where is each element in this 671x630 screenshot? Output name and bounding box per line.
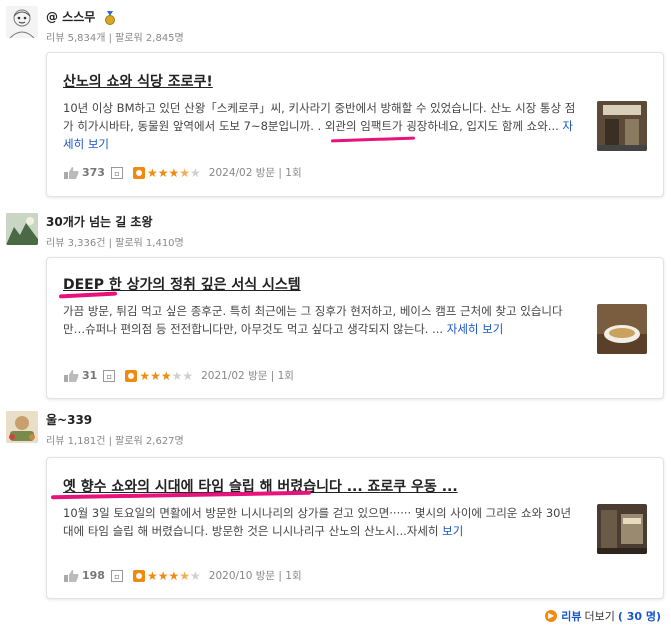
user-avatar[interactable] <box>6 213 38 245</box>
review-card: DEEP 한 상가의 정취 깊은 서식 시스템 가끔 방문, 튀김 먹고 싶은 … <box>46 257 664 399</box>
read-more-link[interactable]: 자세히 보기 <box>447 322 504 336</box>
rating-icon <box>132 569 145 582</box>
review-card: 옛 향수 쇼와의 시대에 타임 슬립 해 버렸습니다 ... 죠로쿠 우동 ..… <box>46 457 664 599</box>
rating-stars: ★★★★★ <box>146 165 201 180</box>
review-meta: 31 ▫ ★★★ ★★ 2021/02 방문 | 1회 <box>63 368 294 383</box>
review-body: 10월 3일 토요일의 면활에서 방문한 니시나리의 상가를 걷고 있으면···… <box>63 506 572 538</box>
user-avatar[interactable] <box>6 411 38 443</box>
review-body: 가끔 방문, 튀김 먹고 싶은 종후군. 특히 최근에는 그 징후가 현저하고,… <box>63 304 563 336</box>
like-count: 198 <box>82 569 105 582</box>
read-more-link[interactable]: 보기 <box>442 524 463 538</box>
footer-count: ( 30 명) <box>617 610 661 623</box>
review-photo[interactable] <box>597 101 647 151</box>
rating-stars: ★★★★★ <box>139 368 194 383</box>
photo-count-icon: ▫ <box>110 569 123 582</box>
user-stats: 리뷰 5,834개 | 팔로워 2,845명 <box>46 33 184 44</box>
footer-review-label: 리뷰 <box>561 610 582 623</box>
review-photo[interactable] <box>597 504 647 554</box>
rating-stars: ★★★★★ <box>146 568 201 583</box>
visit-info: 2020/10 방문 | 1회 <box>208 570 302 582</box>
username[interactable]: 30개가 넘는 길 초왕 <box>46 213 153 230</box>
medal-icon <box>104 10 116 25</box>
visit-info: 2024/02 방문 | 1회 <box>208 167 302 179</box>
footer-more-label: 더보기 <box>584 610 615 623</box>
more-reviews-link[interactable]: ▶ 리뷰 더보기 ( 30 명) <box>545 608 661 624</box>
username[interactable]: @ 스스무 <box>46 8 116 25</box>
review-title[interactable]: 산노의 쇼와 식당 조로쿠! <box>63 71 213 91</box>
review-card: 산노의 쇼와 식당 조로쿠! 10년 이상 BM하고 있던 산왕「스케로쿠」씨,… <box>46 52 664 197</box>
rating-icon <box>132 166 145 179</box>
rating-icon <box>125 369 138 382</box>
username[interactable]: 울~339 <box>46 411 92 428</box>
like-icon[interactable] <box>63 166 79 179</box>
like-count: 31 <box>82 369 98 382</box>
play-icon: ▶ <box>545 610 558 622</box>
user-stats: 리뷰 1,181건 | 팔로워 2,627명 <box>46 436 184 447</box>
like-icon[interactable] <box>63 369 79 382</box>
review-title[interactable]: DEEP 한 상가의 정취 깊은 서식 시스템 <box>63 274 301 294</box>
review-meta: 198 ▫ ★★★ ★ ★ 2020/10 방문 | 1회 <box>63 568 302 583</box>
user-avatar[interactable] <box>6 6 38 38</box>
photo-count-icon: ▫ <box>103 369 116 382</box>
photo-count-icon: ▫ <box>110 166 123 179</box>
review-body: 10년 이상 BM하고 있던 산왕「스케로쿠」씨, 키사라기 중반에서 방해할 … <box>63 101 576 151</box>
like-count: 373 <box>82 166 105 179</box>
review-meta: 373 ▫ ★★★ ★ ★ 2024/02 방문 | 1회 <box>63 165 302 180</box>
user-stats: 리뷰 3,336건 | 팔로워 1,410명 <box>46 238 184 249</box>
like-icon[interactable] <box>63 569 79 582</box>
review-photo[interactable] <box>597 304 647 354</box>
visit-info: 2021/02 방문 | 1회 <box>201 370 294 382</box>
